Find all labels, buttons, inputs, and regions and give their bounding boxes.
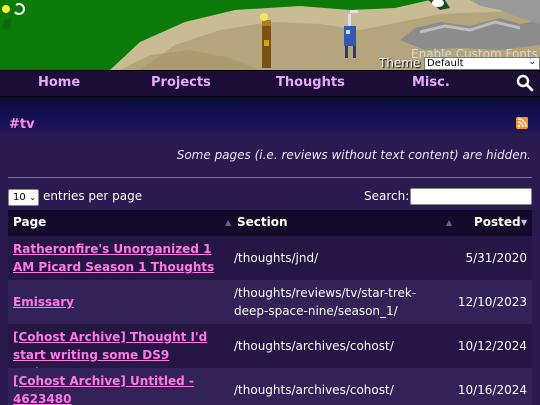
theme-select[interactable]: Default ⌄ bbox=[424, 57, 540, 70]
section-cell: /thoughts/reviews/tv/star-trek-deep-spac… bbox=[234, 286, 417, 318]
page-title: #tv bbox=[9, 117, 35, 132]
hidden-pages-note: Some pages (i.e. reviews without text co… bbox=[176, 148, 531, 162]
theme-select-value: Default bbox=[427, 58, 464, 69]
divider bbox=[8, 177, 532, 178]
sort-descending-icon: ▼ bbox=[521, 218, 528, 227]
entries-per-page-label: entries per page bbox=[43, 189, 143, 203]
page-link[interactable]: [Cohost Archive] Untitled - 4623480 bbox=[13, 372, 223, 405]
theme-label: Theme bbox=[379, 56, 421, 70]
nav-misc[interactable]: Misc. bbox=[412, 75, 450, 90]
entries-per-page-value: 10 bbox=[13, 192, 26, 203]
posted-cell: 12/10/2023 bbox=[457, 295, 527, 309]
rss-icon[interactable] bbox=[516, 117, 528, 129]
search-label: Search: bbox=[364, 189, 410, 203]
table-row: [Cohost Archive] Thought I'd start writi… bbox=[8, 324, 532, 380]
nav-thoughts[interactable]: Thoughts bbox=[276, 75, 345, 90]
section-cell: /thoughts/jnd/ bbox=[234, 251, 319, 265]
nav-home[interactable]: Home bbox=[38, 75, 80, 90]
table-row: Ratheronfire's Unorganized 1 AM Picard S… bbox=[8, 236, 532, 280]
posted-cell: 10/12/2024 bbox=[457, 339, 527, 353]
entries-per-page-select[interactable]: 10 ⌄ bbox=[8, 189, 39, 206]
nav-projects[interactable]: Projects bbox=[151, 75, 211, 90]
table-header: Page ▲︎ Section ▲︎ Posted ▼ bbox=[8, 210, 532, 236]
page-link[interactable]: Emissary bbox=[13, 293, 223, 311]
section-cell: /thoughts/archives/cohost/ bbox=[234, 383, 394, 397]
pages-table: Page ▲︎ Section ▲︎ Posted ▼ Ratheronfire… bbox=[8, 210, 532, 405]
sort-both-icon: ▲︎ bbox=[446, 218, 453, 227]
column-header-posted[interactable]: Posted bbox=[474, 215, 521, 229]
column-header-page[interactable]: Page bbox=[13, 215, 46, 229]
chevron-down-icon: ⌄ bbox=[29, 193, 36, 202]
chevron-down-icon: ⌄ bbox=[528, 57, 536, 67]
table-row: Emissary /thoughts/reviews/tv/star-trek-… bbox=[8, 280, 532, 324]
search-input[interactable] bbox=[410, 188, 532, 205]
table-row: [Cohost Archive] Untitled - 4623480 /tho… bbox=[8, 368, 532, 405]
section-header bbox=[0, 97, 540, 133]
search-icon[interactable] bbox=[516, 74, 534, 92]
header-banner: Enable Custom Fonts Theme Default ⌄ bbox=[0, 0, 540, 70]
main-nav: Home Projects Thoughts Misc. bbox=[0, 70, 540, 97]
posted-cell: 10/16/2024 bbox=[457, 383, 527, 397]
posted-cell: 5/31/2020 bbox=[465, 251, 527, 265]
section-cell: /thoughts/archives/cohost/ bbox=[234, 339, 394, 353]
page-link[interactable]: Ratheronfire's Unorganized 1 AM Picard S… bbox=[13, 240, 223, 276]
sort-both-icon: ▲︎ bbox=[225, 218, 232, 227]
column-header-section[interactable]: Section bbox=[237, 215, 288, 229]
